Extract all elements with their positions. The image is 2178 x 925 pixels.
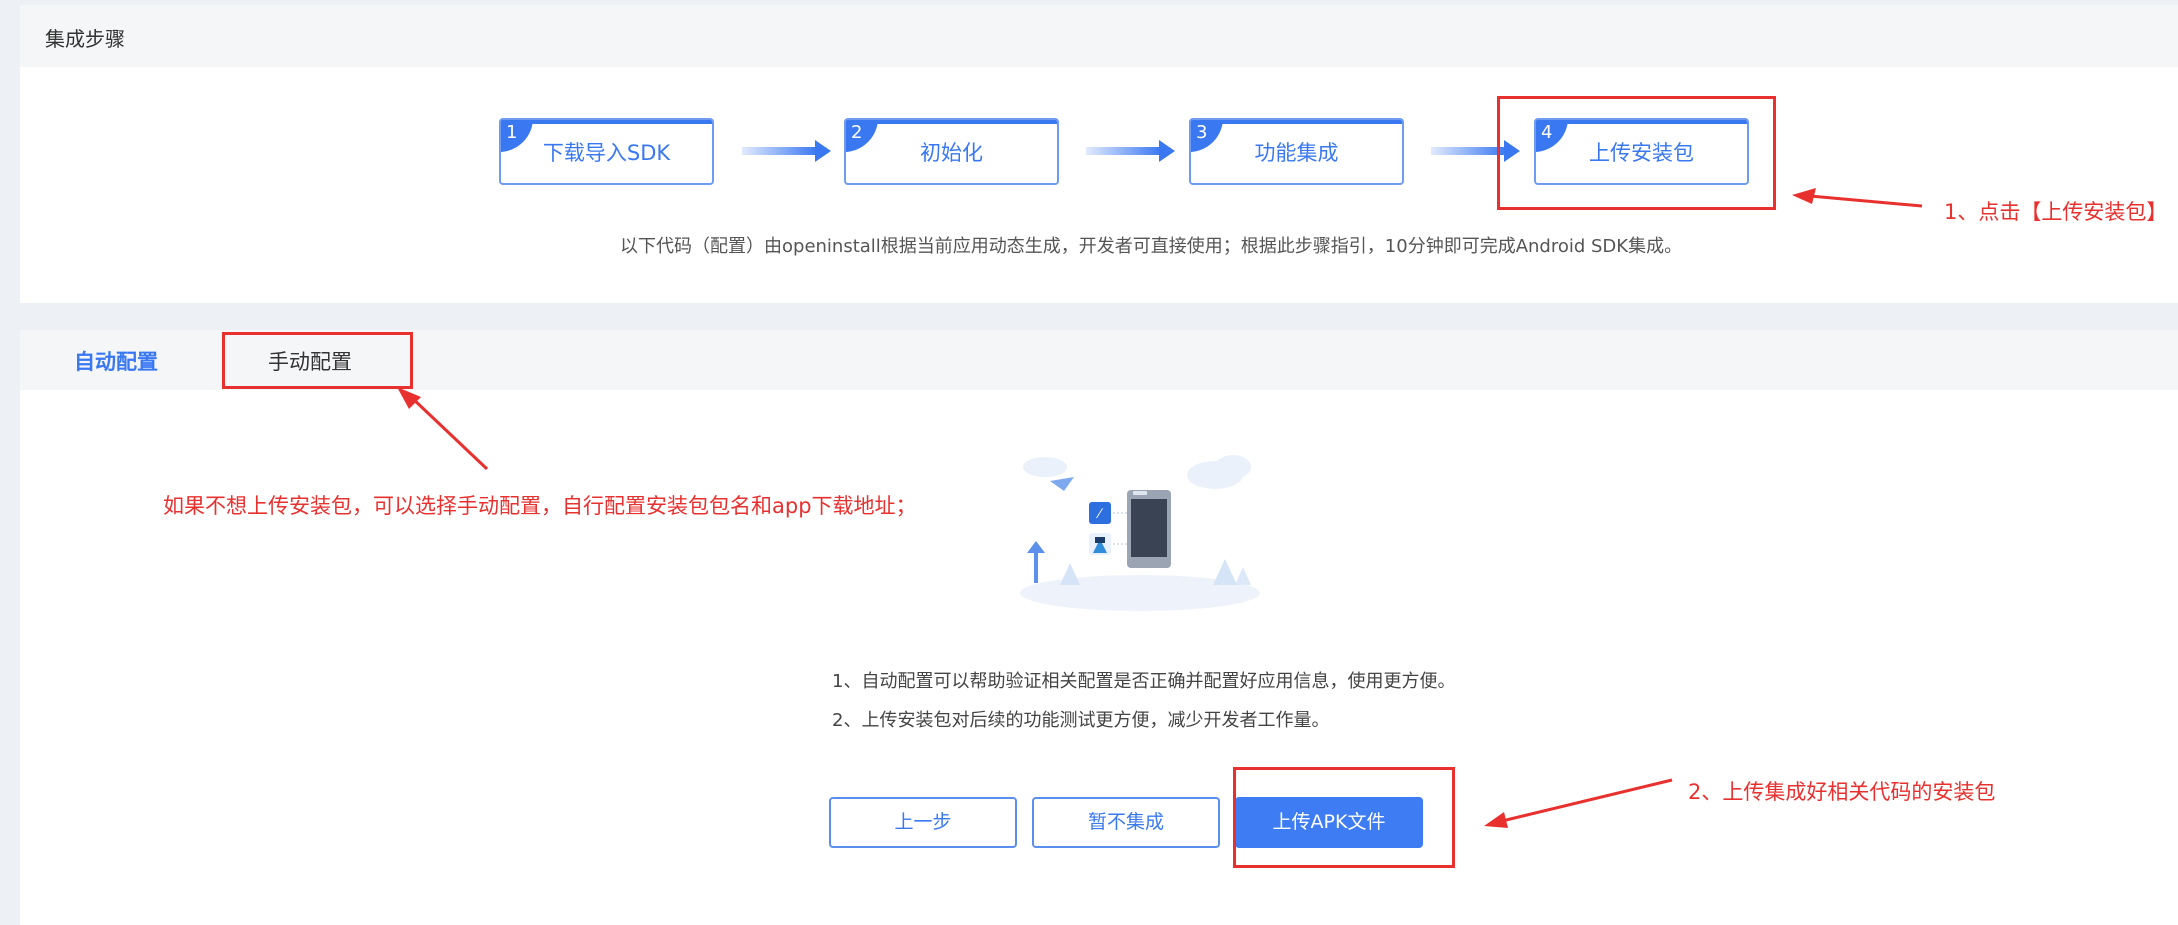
steps-panel-header: 集成步骤 (20, 5, 2178, 67)
step-init[interactable]: 2 初始化 (844, 118, 1059, 185)
phone-illustration-icon: ∕ (1020, 455, 1260, 611)
step-number: 1 (506, 122, 518, 143)
step-arrow-icon (1431, 140, 1520, 162)
step-number: 4 (1541, 122, 1553, 143)
skip-integration-button[interactable]: 暂不集成 (1032, 797, 1220, 848)
steps-description: 以下代码（配置）由openinstall根据当前应用动态生成，开发者可直接使用；… (620, 236, 1683, 257)
step-number: 2 (851, 122, 863, 143)
openinstall-app-icon: ∕ (1089, 502, 1111, 524)
highlight-box-step4 (1497, 96, 1776, 210)
info-line-2: 2、上传安装包对后续的功能测试更方便，减少开发者工作量。 (832, 710, 1330, 731)
annotation-arrow-icon (397, 387, 489, 471)
highlight-box-upload (1233, 767, 1455, 868)
annotation-arrow-icon (1792, 188, 1923, 208)
prev-step-button[interactable]: 上一步 (829, 797, 1017, 848)
annotation-arrow-icon (1484, 778, 1673, 828)
up-arrow-icon (1027, 541, 1045, 583)
android-app-icon (1089, 533, 1111, 555)
tab-auto-config[interactable]: 自动配置 (74, 346, 158, 376)
paper-plane-icon (1050, 477, 1074, 491)
step-number: 3 (1196, 122, 1208, 143)
step-integrate[interactable]: 3 功能集成 (1189, 118, 1404, 185)
steps-panel-title: 集成步骤 (45, 27, 125, 51)
annotation-note1: 1、点击【上传安装包】 (1944, 200, 2168, 224)
annotation-manual-note: 如果不想上传安装包，可以选择手动配置，自行配置安装包包名和app下载地址； (163, 494, 917, 518)
step-label: 初始化 (920, 141, 983, 165)
info-line-1: 1、自动配置可以帮助验证相关配置是否正确并配置好应用信息，使用更方便。 (832, 671, 1456, 692)
step-download-sdk[interactable]: 1 下载导入SDK (499, 118, 714, 185)
highlight-box-manual-tab (222, 332, 413, 389)
step-label: 下载导入SDK (542, 141, 671, 165)
step-label: 功能集成 (1254, 141, 1339, 165)
step-arrow-icon (742, 140, 831, 162)
annotation-note2: 2、上传集成好相关代码的安装包 (1688, 780, 1996, 804)
step-arrow-icon (1086, 140, 1175, 162)
